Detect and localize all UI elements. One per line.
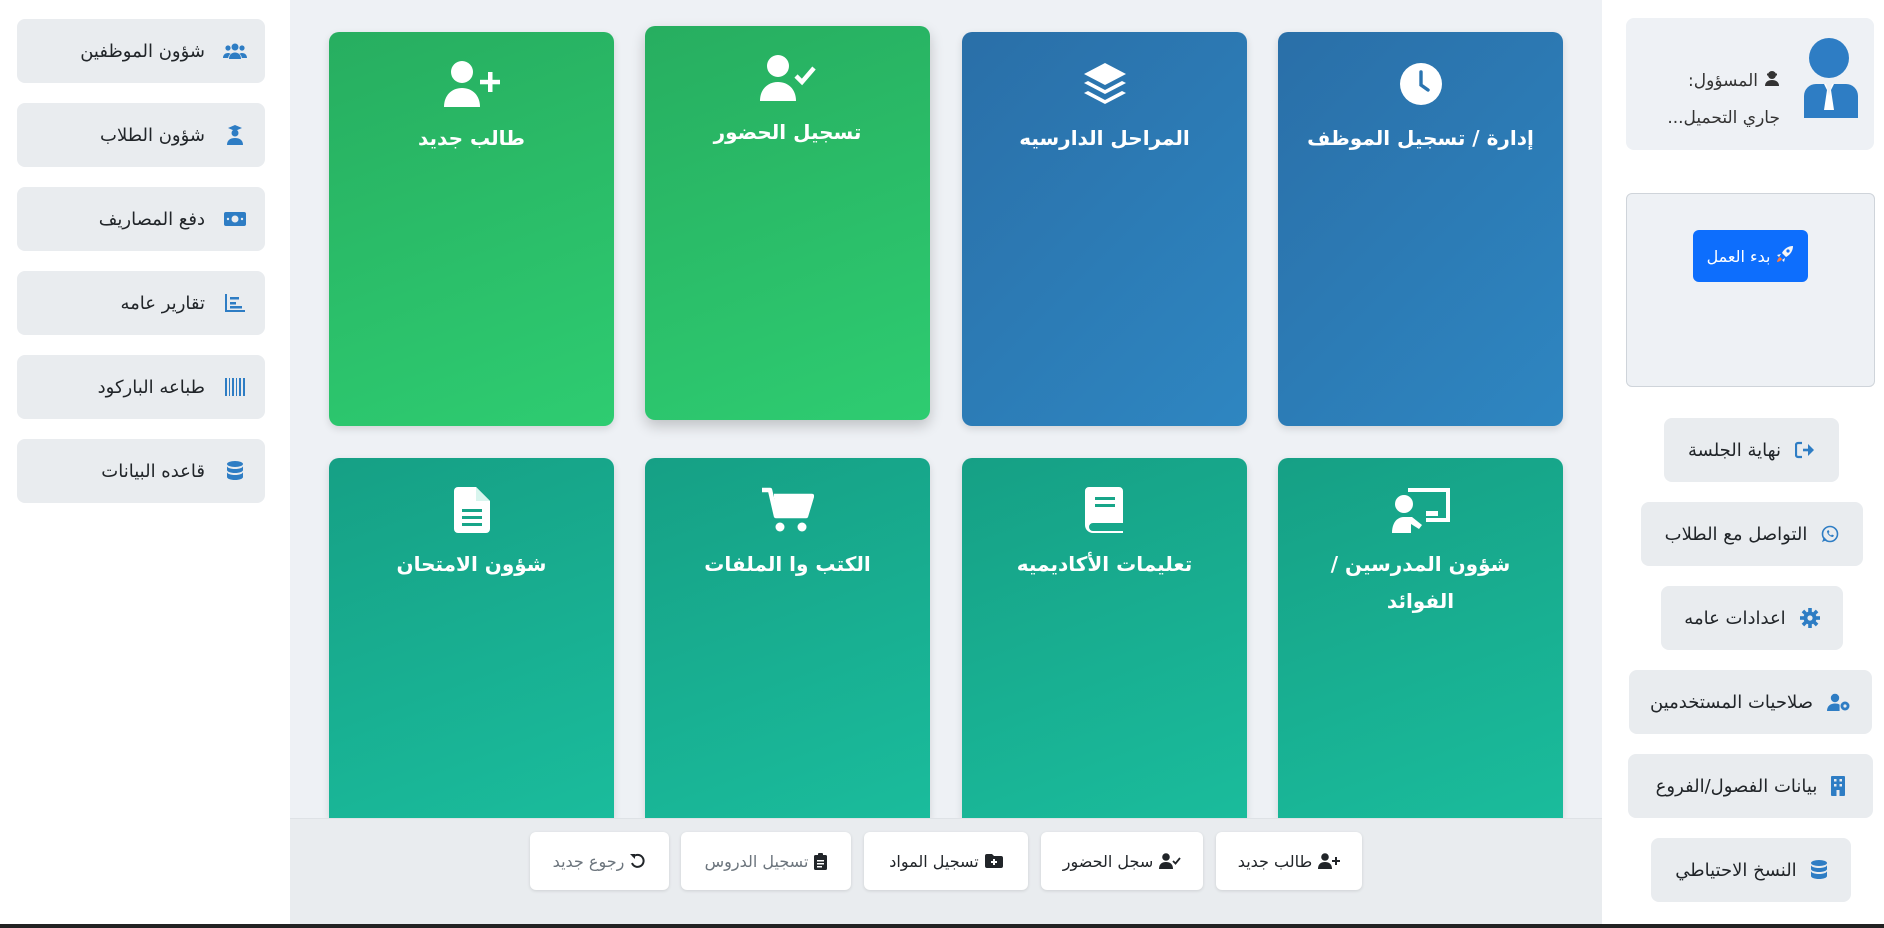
graduate-icon [223,123,247,147]
user-plus-icon [443,56,500,112]
card-title: شؤون المدرسين / الفوائد [1330,552,1511,613]
users-icon [223,39,247,63]
classes-branches-button[interactable]: بيانات الفصول/الفروع [1628,754,1873,818]
new-return-button[interactable]: رجوع جديد [530,832,669,890]
sign-out-icon [1794,441,1815,459]
button-label: تسجيل الدروس [704,851,809,871]
nav-item-label: دفع المصاريف [98,208,205,230]
money-icon [223,207,247,231]
user-secret-icon [1764,70,1780,91]
nav-item-label: طباعه الباركود [97,376,205,398]
avatar [1802,36,1860,122]
card-title: تسجيل الحضور [713,120,862,144]
window-bottom-border [0,924,1884,928]
user-cog-icon [1826,693,1851,711]
user-check-icon [759,50,816,106]
card-teachers[interactable]: شؤون المدرسين / الفوائد [1278,458,1563,818]
status-text: جاري التحميل... [1667,108,1780,128]
cart-icon [761,482,814,538]
start-work-button[interactable]: بدء العمل [1693,230,1808,282]
rocket-icon [1776,245,1794,267]
nav-item-label: تقارير عامه [120,292,205,314]
general-settings-button[interactable]: اعدادات عامه [1661,586,1843,650]
nav-item-employees[interactable]: شؤون الموظفين [17,19,265,83]
building-icon [1831,776,1846,796]
card-academy-instructions[interactable]: تعليمات الأكاديميه [962,458,1247,818]
start-button-label: بدء العمل [1706,246,1771,266]
nav-item-barcode[interactable]: طباعه الباركود [17,355,265,419]
nav-item-label: شؤون الموظفين [80,40,205,62]
nav-item-reports[interactable]: تقارير عامه [17,271,265,335]
barcode-icon [223,375,247,399]
gear-icon [1799,608,1820,628]
database-icon [1810,860,1827,880]
chalkboard-teacher-icon [1391,482,1450,538]
register-subjects-button[interactable]: تسجيل المواد [864,832,1028,890]
button-label: سجل الحضور [1062,851,1154,871]
button-label: تسجيل المواد [889,851,979,871]
nav-item-label: قاعده البيانات [101,460,205,482]
folder-plus-icon [984,854,1003,868]
backup-button[interactable]: النسخ الاحتياطي [1651,838,1851,902]
card-title: تعليمات الأكاديميه [1016,552,1193,576]
clipboard-icon [814,852,828,870]
nav-item-fees[interactable]: دفع المصاريف [17,187,265,251]
undo-icon [630,853,646,869]
attendance-log-button[interactable]: سجل الحضور [1041,832,1203,890]
card-books-files[interactable]: الكتب وا الملفات [645,458,930,818]
card-title: المراحل الدارسيه [1019,126,1190,150]
nav-item-database[interactable]: قاعده البيانات [17,439,265,503]
register-lessons-button[interactable]: تسجيل الدروس [681,832,851,890]
card-title: الكتب وا الملفات [704,552,871,576]
nav-item-label: نهاية الجلسة [1688,439,1781,461]
card-employee-management[interactable]: إدارة / تسجيل الموظف [1278,32,1563,426]
nav-item-label: التواصل مع الطلاب [1664,523,1808,545]
chart-icon [223,291,247,315]
nav-item-label: صلاحيات المستخدمين [1650,691,1813,713]
user-profile-card: المسؤول: جاري التحميل... [1626,18,1874,150]
layers-icon [1082,56,1128,112]
file-icon [453,482,490,538]
role-label: المسؤول: [1688,70,1758,91]
nav-item-students[interactable]: شؤون الطلاب [17,103,265,167]
new-student-button[interactable]: طالب جديد [1216,832,1362,890]
left-nav: شؤون الموظفين شؤون الطلاب دفع المصاريف ت… [0,0,290,928]
user-check-icon [1159,853,1181,869]
role-row: المسؤول: [1688,70,1780,91]
logout-button[interactable]: نهاية الجلسة [1664,418,1839,482]
nav-item-label: شؤون الطلاب [100,124,205,146]
clock-icon [1399,56,1443,112]
book-icon [1084,482,1125,538]
start-work-panel [1626,193,1875,387]
nav-item-label: بيانات الفصول/الفروع [1655,775,1818,797]
card-attendance[interactable]: تسجيل الحضور [645,26,930,420]
button-label: طالب جديد [1237,851,1313,871]
user-plus-icon [1318,853,1341,869]
button-label: رجوع جديد [552,851,625,871]
whatsapp-icon [1821,525,1839,543]
card-title: إدارة / تسجيل الموظف [1307,126,1534,150]
database-icon [223,459,247,483]
contact-students-button[interactable]: التواصل مع الطلاب [1641,502,1863,566]
nav-item-label: اعدادات عامه [1684,607,1786,629]
card-new-student[interactable]: طالب جديد [329,32,614,426]
nav-item-label: النسخ الاحتياطي [1675,859,1797,881]
user-permissions-button[interactable]: صلاحيات المستخدمين [1629,670,1872,734]
card-exams[interactable]: شؤون الامتحان [329,458,614,818]
card-stages[interactable]: المراحل الدارسيه [962,32,1247,426]
card-title: شؤون الامتحان [396,552,547,576]
card-title: طالب جديد [417,126,526,150]
